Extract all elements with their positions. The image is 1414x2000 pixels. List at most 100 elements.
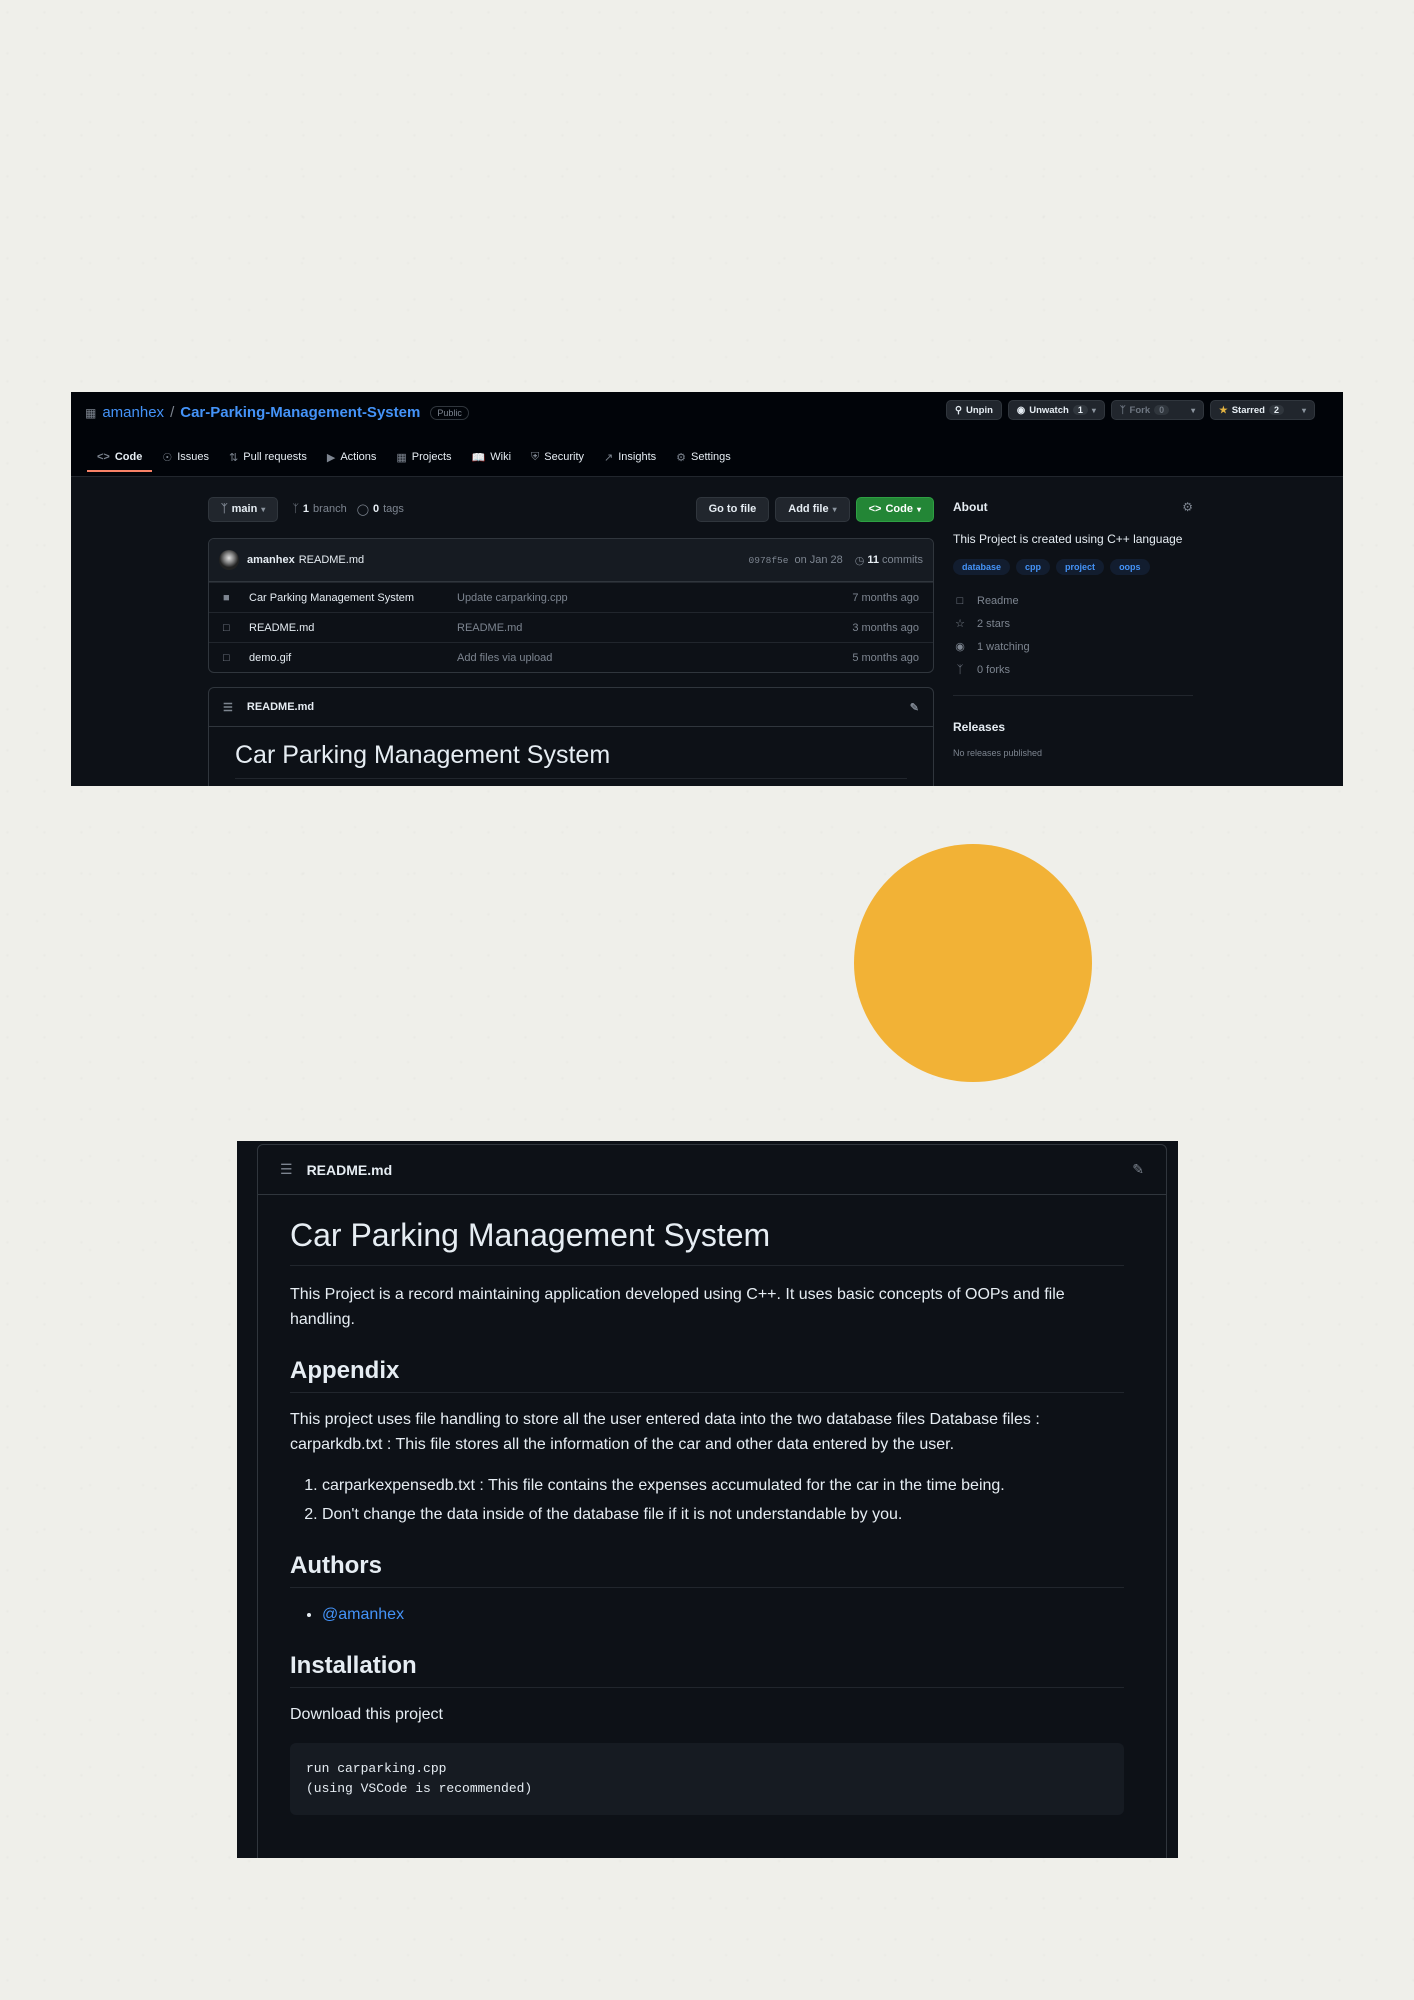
- appendix-heading: Appendix: [290, 1356, 1124, 1393]
- branch-row: ᛉ main ▾ ᛉ 1 branch ◯ 0 tags Go to file Add fi…: [208, 496, 934, 522]
- add-file-button[interactable]: Add file ▾: [775, 496, 850, 522]
- unpin-button[interactable]: ⚲ Unpin: [946, 400, 1002, 420]
- star-icon: ★: [1219, 404, 1228, 416]
- repo-owner-link[interactable]: amanhex: [102, 404, 164, 421]
- go-to-file-button[interactable]: Go to file: [695, 496, 770, 522]
- code-button[interactable]: <> Code ▾: [855, 496, 934, 522]
- eye-icon: ◉: [1016, 404, 1026, 416]
- releases-heading[interactable]: Releases: [953, 720, 1193, 734]
- file-name[interactable]: Car Parking Management System: [249, 592, 457, 604]
- file-row[interactable]: ■ Car Parking Management System Update c…: [209, 582, 933, 612]
- repo-tabs: <> Code ☉ Issues ⇅ Pull requests ▶ Actions ▦…: [87, 444, 741, 472]
- tab-label: Wiki: [490, 451, 512, 463]
- star-icon: ☆: [955, 618, 965, 630]
- stars-label: 2 stars: [977, 617, 1011, 630]
- gear-icon: ⚙: [676, 451, 687, 464]
- fork-count: 0: [1154, 405, 1170, 415]
- topic-tag[interactable]: project: [1056, 559, 1105, 575]
- tag-count: 0: [373, 503, 380, 515]
- topic-tag[interactable]: oops: [1110, 559, 1150, 575]
- repo-name-link[interactable]: Car-Parking-Management-System: [180, 404, 420, 421]
- tab-insights[interactable]: ↗ Insights: [594, 444, 666, 470]
- file-commit-message[interactable]: Update carparking.cpp: [457, 592, 852, 604]
- code-icon: <>: [868, 503, 882, 515]
- avatar[interactable]: [219, 550, 239, 570]
- shield-icon: ⛨: [531, 450, 540, 463]
- pin-icon: ⚲: [955, 404, 962, 416]
- tab-label: Pull requests: [243, 451, 307, 463]
- chevron-down-icon: ▾: [261, 504, 266, 514]
- readme-box: ☰ README.md ✎ Car Parking Management Sys…: [257, 1144, 1167, 1858]
- repo-header: ▦ amanhex / Car-Parking-Management-Syste…: [71, 392, 1343, 477]
- file-row[interactable]: □ README.md README.md 3 months ago: [209, 612, 933, 642]
- tags-link[interactable]: ◯ 0 tags: [357, 503, 404, 516]
- list-item: @amanhex: [322, 1602, 1124, 1627]
- repo-title: ▦ amanhex / Car-Parking-Management-Syste…: [85, 404, 469, 421]
- add-file-label: Add file: [788, 503, 829, 515]
- tab-label: Actions: [340, 451, 377, 463]
- file-row[interactable]: □ demo.gif Add files via upload 5 months…: [209, 642, 933, 672]
- author-link[interactable]: @amanhex: [322, 1606, 404, 1623]
- file-actions: Go to file Add file ▾ <> Code ▾: [695, 496, 934, 522]
- graph-icon: ↗: [604, 451, 614, 464]
- folder-icon: ■: [223, 591, 230, 604]
- decorative-circle: [854, 844, 1092, 1082]
- book-icon: 📖: [471, 451, 486, 464]
- tab-issues[interactable]: ☉ Issues: [152, 444, 219, 470]
- commit-message[interactable]: README.md: [299, 554, 364, 566]
- file-age: 5 months ago: [852, 651, 919, 664]
- appendix-text: This project uses file handling to store…: [290, 1411, 1040, 1453]
- file-name[interactable]: demo.gif: [249, 652, 457, 664]
- commit-author[interactable]: amanhex: [247, 554, 295, 566]
- readme-intro: This Project is a record maintaining app…: [290, 1286, 1065, 1328]
- branch-select[interactable]: ᛉ main ▾: [208, 496, 279, 522]
- unwatch-button[interactable]: ◉ Unwatch 1 ▾: [1007, 400, 1105, 420]
- tab-settings[interactable]: ⚙ Settings: [666, 444, 741, 470]
- fork-icon: ᛉ: [1119, 404, 1126, 416]
- file-icon: □: [223, 651, 230, 664]
- fork-button[interactable]: ᛉ Fork 0 ▾: [1110, 400, 1205, 420]
- pencil-icon[interactable]: ✎: [910, 701, 919, 714]
- code-block: run carparking.cpp (using VSCode is reco…: [290, 1743, 1124, 1815]
- commit-hash[interactable]: 0978f5e: [749, 555, 789, 566]
- code-icon: <>: [97, 451, 110, 463]
- gear-icon[interactable]: ⚙: [1182, 500, 1193, 514]
- commit-count: 11: [867, 553, 880, 566]
- tab-wiki[interactable]: 📖 Wiki: [462, 444, 521, 470]
- tab-pull-requests[interactable]: ⇅ Pull requests: [219, 444, 317, 470]
- list-icon[interactable]: ☰: [280, 1161, 293, 1178]
- tab-label: Issues: [177, 451, 210, 463]
- tab-projects[interactable]: ▦ Projects: [386, 444, 461, 470]
- file-commit-message[interactable]: Add files via upload: [457, 652, 852, 664]
- pencil-icon[interactable]: ✎: [1132, 1161, 1144, 1178]
- code-line: run carparking.cpp: [306, 1761, 447, 1776]
- readme-label: Readme: [977, 594, 1019, 607]
- file-icon: □: [223, 621, 230, 634]
- topic-tag[interactable]: database: [953, 559, 1011, 575]
- branch-count: 1: [302, 503, 310, 515]
- starred-button[interactable]: ★ Starred 2 ▾: [1210, 400, 1315, 420]
- readme-link[interactable]: □ Readme: [953, 589, 1193, 612]
- branches-link[interactable]: ᛉ 1 branch: [292, 503, 346, 515]
- tab-security[interactable]: ⛨ Security: [521, 444, 594, 470]
- commit-date: on Jan 28: [794, 554, 843, 566]
- tab-actions[interactable]: ▶ Actions: [317, 444, 387, 470]
- list-item: carparkexpensedb.txt : This file contain…: [322, 1473, 1124, 1498]
- watchers-label: 1 watching: [977, 640, 1030, 653]
- table-icon: ▦: [396, 451, 407, 464]
- installation-heading: Installation: [290, 1651, 1124, 1688]
- branch-name: main: [231, 503, 258, 515]
- file-name[interactable]: README.md: [249, 622, 457, 634]
- watchers-link[interactable]: ◉ 1 watching: [953, 635, 1193, 658]
- topic-tag[interactable]: cpp: [1016, 559, 1051, 575]
- tab-code[interactable]: <> Code: [87, 444, 153, 472]
- commits-link[interactable]: ◷ 11 commits: [855, 554, 923, 567]
- stars-link[interactable]: ☆ 2 stars: [953, 612, 1193, 635]
- forks-link[interactable]: ᛉ 0 forks: [953, 658, 1193, 681]
- file-commit-message[interactable]: README.md: [457, 622, 852, 634]
- file-age: 7 months ago: [852, 591, 919, 604]
- list-icon[interactable]: ☰: [223, 701, 233, 714]
- chevron-down-icon: ▾: [916, 504, 921, 514]
- tab-label: Projects: [411, 451, 452, 463]
- tab-label: Code: [114, 451, 143, 463]
